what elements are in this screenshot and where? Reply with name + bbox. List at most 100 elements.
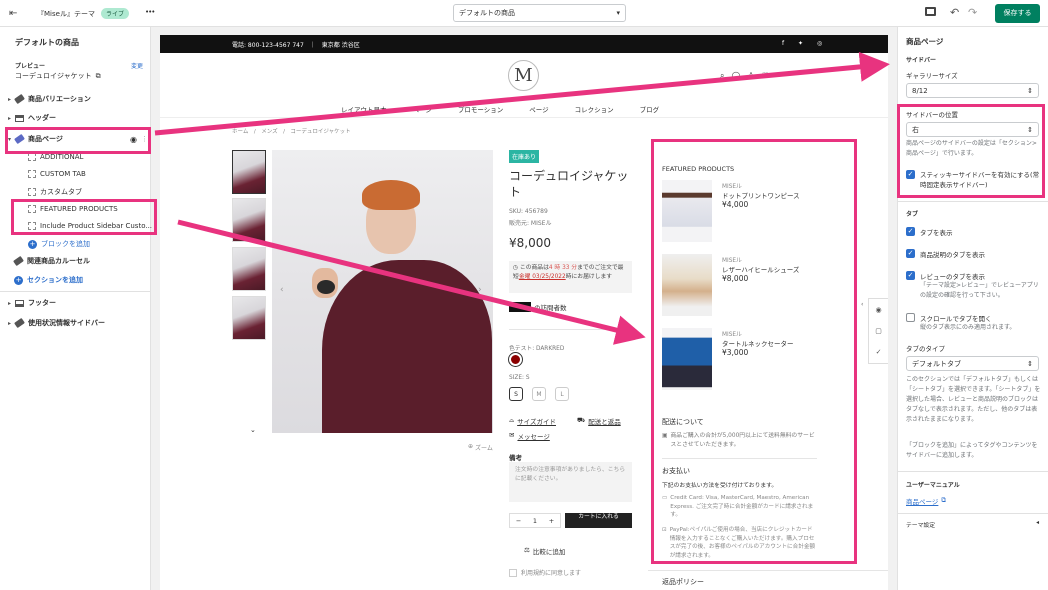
copy-icon[interactable]: ▢ [875,327,882,335]
add-section-button[interactable]: + セクションを追加 [14,275,83,285]
undo-icon[interactable]: ↶ [950,6,959,19]
chevron-down-icon: ▾ [8,135,12,143]
settings-title: 商品ページ [906,37,944,46]
tree-item-product-page[interactable]: ▾ 商品ページ ◉ ⋮ [8,133,148,145]
compare-button[interactable]: ⚖ 比較に追加 [524,546,565,556]
preview-value[interactable]: コーデュロイジャケット ⧉ [15,71,101,81]
featured-products-title: FEATURED PRODUCTS [662,165,735,173]
tree-block-custom-tab-jp[interactable]: カスタムタブ [28,187,82,197]
tree-block-featured[interactable]: FEATURED PRODUCTS [28,205,118,213]
nav-item[interactable]: プロモーション [458,104,503,114]
zoom-control[interactable]: ⊕ ズーム [468,443,493,452]
next-image-icon[interactable]: › [478,285,482,295]
mail-icon: ✉ [509,431,515,439]
shipping-returns-link[interactable]: ⛟ 配送と返品 [577,416,621,426]
divider [898,201,1048,202]
product-thumbnail[interactable] [232,150,266,194]
add-block-label: ブロックを追加 [41,240,90,248]
plus-icon[interactable]: + [549,517,554,525]
visitor-label: の訪問者数 [534,304,567,312]
note-textarea[interactable]: 注文時の注意事項がありましたら、こちらに記載ください。 [509,462,632,502]
tab-type-label: タブのタイプ [906,345,945,353]
compare-label: 比較に追加 [532,548,566,556]
terms-checkbox[interactable]: 利用規約に同意します [509,568,581,577]
product-title: コーデュロイジャケット [509,169,629,199]
nav-item[interactable]: ページ [413,104,432,114]
device-preview-icon[interactable] [925,7,936,16]
note-label: 備考 [509,454,522,462]
prev-image-icon[interactable]: ‹ [280,285,284,295]
gallery-size-select[interactable]: 8/12 ⇕ [906,83,1039,98]
product-thumbnail[interactable] [232,296,266,340]
chevron-down-icon[interactable]: ⌄ [250,426,256,434]
add-block-button[interactable]: + ブロックを追加 [28,239,90,249]
tree-block-custom-tab[interactable]: CUSTOM TAB [28,170,86,178]
payment-title: お支払い [662,467,690,475]
template-select[interactable]: デフォルトの商品 ▾ [453,4,626,22]
size-guide-link[interactable]: ⌓ サイズガイド [509,416,556,426]
featured-product-image[interactable] [662,328,712,390]
tree-item-header[interactable]: ▸ ヘッダー [8,113,56,123]
tree-item-variation[interactable]: ▸ 商品バリエーション [8,93,91,105]
tab-type-select[interactable]: デフォルトタブ ⇕ [906,356,1039,371]
sidebar-position-value: 右 [912,125,919,134]
sticky-sidebar-checkbox[interactable]: ✓ スティッキーサイドバーを有効にする(常時固定表示サイドバー) [906,170,1041,190]
main-product-image[interactable] [272,150,493,433]
show-tabs-checkbox[interactable]: ✓ タブを表示 [906,227,953,237]
description-tab-checkbox[interactable]: ✓ 商品説明のタブを表示 [906,249,985,259]
nav-item[interactable]: ページ [529,104,548,114]
tree-block-additional[interactable]: ADDITIONAL [28,153,83,161]
add-to-cart-button[interactable]: カートに入れる [565,513,632,528]
save-button[interactable]: 保存する [995,4,1040,23]
quantity-stepper[interactable]: − 1 + [509,513,561,528]
exit-icon[interactable]: ⇤ [9,8,17,19]
payment-paypal-text: PayPal:ペイパルご使用の場合、当店にクレジットカード情報を入力することなく… [669,527,816,559]
featured-product-image[interactable] [662,254,712,316]
review-tab-checkbox[interactable]: ✓ レビューのタブを表示 [906,271,985,281]
sidebar-position-select[interactable]: 右 ⇕ [906,122,1039,137]
tree-item-usage-sidebar[interactable]: ▸ 使用状況情報サイドバー [8,317,105,329]
top-bar: ⇤ 『Miseル』テーマ ライブ ••• デフォルトの商品 ▾ ↶ ↷ 保存する [0,0,1048,27]
minus-icon[interactable]: − [516,517,521,525]
product-thumbnail[interactable] [232,198,266,242]
product-thumbnail[interactable] [232,247,266,291]
drag-handle-icon[interactable]: ⋮ [141,135,148,143]
tabs-heading: タブ [906,211,919,218]
featured-product-vendor: MISEル [722,332,742,338]
manual-link[interactable]: 商品ページ ⧉ [906,496,946,506]
size-option-s[interactable]: S [509,387,523,401]
tree-item-footer[interactable]: ▸ フッター [8,298,56,308]
nav-item[interactable]: コレクション [575,104,614,114]
box-icon: ▣ [662,433,668,439]
eye-icon[interactable]: ◉ [130,135,137,144]
nav-divider [160,117,888,118]
shipping-text: ▣ 商品ご購入の合計が5,000円以上にて送料無料のサービスとさせていただきます。 [662,432,817,450]
size-label: SIZE: S [509,375,530,381]
tree-item-related[interactable]: 関連商品カルーセル [13,255,90,267]
store-logo[interactable]: M [508,60,539,91]
featured-product-image[interactable] [662,180,712,242]
redo-icon[interactable]: ↷ [968,6,977,19]
scroll-tab-checkbox[interactable]: スクロールでタブを開く [906,313,992,323]
select-arrows-icon: ⇕ [1027,125,1033,134]
eye-icon[interactable]: ◉ [875,306,881,314]
featured-product-name[interactable]: レザーハイヒールシューズ [722,264,799,274]
featured-product-name[interactable]: タートルネックセーター [722,338,794,348]
more-actions-button[interactable]: ••• [145,8,155,16]
theme-settings-link[interactable]: テーマ設定 ◂ [906,520,1039,529]
size-option-m[interactable]: M [532,387,546,401]
nav-item[interactable]: レイアウト見本 [341,104,387,114]
tree-block-include-sidebar[interactable]: Include Product Sidebar Custo... [28,222,152,230]
right-panel: 商品ページ サイドバー ギャラリーサイズ 8/12 ⇕ サイドバーの位置 右 ⇕ 商… [897,27,1048,590]
social-icons: f ✦ ◎ [782,40,829,47]
nav-item[interactable]: ブログ [640,104,660,114]
size-option-l[interactable]: L [555,387,569,401]
featured-product-name[interactable]: ドットプリントワンピース [722,190,800,200]
collapse-arrow-icon[interactable]: ‹ [861,301,863,308]
plus-icon: + [14,275,23,285]
review-help: 「テーマ設定>レビュー」でレビューアプリの設定の確認を行って下さい。 [920,282,1039,299]
preview-change-link[interactable]: 変更 [131,61,143,70]
message-link[interactable]: ✉ メッセージ [509,431,550,441]
color-swatch-darkred[interactable] [509,353,522,366]
check-icon[interactable]: ✓ [876,348,882,356]
